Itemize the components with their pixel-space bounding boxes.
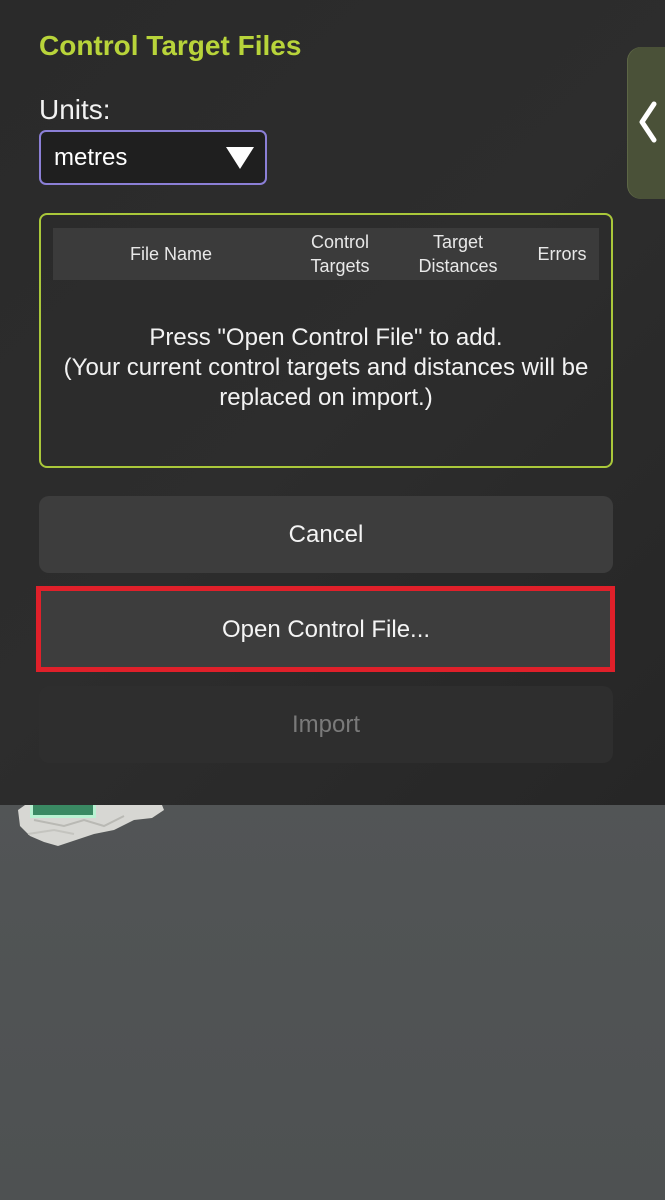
table-header: File Name Control Targets Target Distanc… bbox=[53, 228, 599, 280]
column-header-errors[interactable]: Errors bbox=[525, 228, 599, 280]
column-header-file-name[interactable]: File Name bbox=[53, 228, 289, 280]
cancel-button[interactable]: Cancel bbox=[39, 496, 613, 573]
highlight-box bbox=[36, 586, 615, 672]
side-panel-tab[interactable] bbox=[627, 47, 665, 199]
units-dropdown[interactable]: metres bbox=[39, 130, 267, 185]
column-header-control-targets[interactable]: Control Targets bbox=[289, 228, 391, 280]
units-selected-value: metres bbox=[54, 144, 128, 171]
import-button[interactable]: Import bbox=[39, 686, 613, 763]
dialog-title: Control Target Files bbox=[39, 30, 302, 61]
column-header-target-distances[interactable]: Target Distances bbox=[391, 228, 525, 280]
control-files-table: File Name Control Targets Target Distanc… bbox=[39, 213, 613, 468]
control-target-files-dialog: Control Target Files Units: metres File … bbox=[0, 0, 665, 805]
empty-table-message: Press "Open Control File" to add. (Your … bbox=[63, 324, 589, 411]
dropdown-triangle-icon bbox=[226, 147, 254, 169]
units-label: Units: bbox=[39, 94, 111, 125]
chevron-left-icon bbox=[639, 101, 657, 143]
